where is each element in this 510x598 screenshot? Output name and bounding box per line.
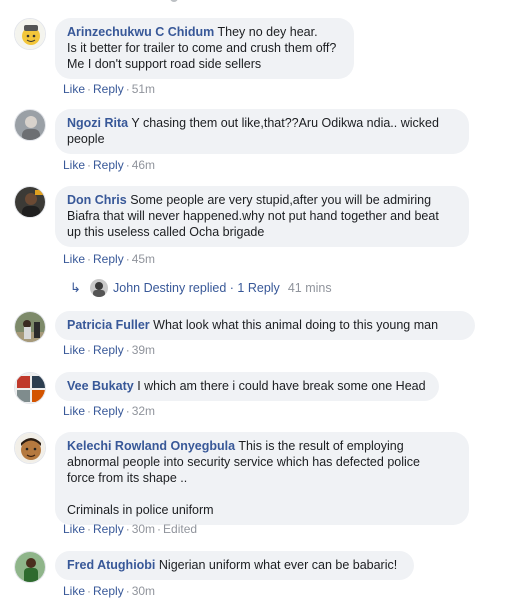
replier-avatar xyxy=(90,279,108,297)
comment-actions: Like · Reply · 39m xyxy=(63,343,156,357)
comment-text: people xyxy=(67,132,105,146)
commenter-name[interactable]: Vee Bukaty xyxy=(67,379,134,393)
comment-bubble: Arinzechukwu C Chidum They no dey hear. … xyxy=(55,18,354,79)
like-link[interactable]: Like xyxy=(63,252,85,266)
comment-text: up this useless called Ocha brigade xyxy=(67,225,265,239)
reply-link[interactable]: Reply xyxy=(93,252,124,266)
reply-arrow-icon: ↳ xyxy=(70,280,81,295)
commenter-name[interactable]: Patricia Fuller xyxy=(67,318,150,332)
commenter-name[interactable]: Fred Atughiobi xyxy=(67,558,155,572)
comment-time[interactable]: 46m xyxy=(132,158,155,172)
comment-text: abnormal people into security service wh… xyxy=(67,455,420,469)
comment-time[interactable]: 45m xyxy=(132,252,155,266)
commenter-avatar[interactable] xyxy=(14,186,46,218)
comment-time[interactable]: 30m xyxy=(132,522,155,536)
reply-link[interactable]: Reply xyxy=(93,158,124,172)
comment-bubble: Vee Bukaty I which am there i could have… xyxy=(55,372,439,401)
comment-text: I which am there i could have break some… xyxy=(137,379,426,393)
comment-bubble: Kelechi Rowland Onyegbula This is the re… xyxy=(55,432,469,525)
comment-text: Criminals in police uniform xyxy=(67,503,214,517)
comment-actions: Like · Reply · 51m xyxy=(63,82,156,96)
like-link[interactable]: Like xyxy=(63,522,85,536)
like-link[interactable]: Like xyxy=(63,82,85,96)
commenter-avatar[interactable] xyxy=(14,311,46,343)
replied-label: replied xyxy=(188,281,227,295)
comment-text: They no dey hear. xyxy=(217,25,318,39)
reply-count[interactable]: 1 Reply xyxy=(237,281,279,295)
commenter-avatar[interactable] xyxy=(14,432,46,464)
reply-time[interactable]: 41 mins xyxy=(288,281,332,295)
comment-text: Biafra that will never happened.why not … xyxy=(67,209,439,223)
comment-bubble: Don Chris Some people are very stupid,af… xyxy=(55,186,469,247)
commenter-avatar[interactable] xyxy=(14,18,46,50)
comment-text: Some people are very stupid,after you wi… xyxy=(130,193,432,207)
comment-actions: Like · Reply · 30m · Edited xyxy=(63,522,198,536)
comment-time[interactable]: 39m xyxy=(132,343,155,357)
comment-time[interactable]: 32m xyxy=(132,404,155,418)
comment-text: Nigerian uniform what ever can be babari… xyxy=(158,558,398,572)
like-link[interactable]: Like xyxy=(63,404,85,418)
comment-bubble: Fred Atughiobi Nigerian uniform what eve… xyxy=(55,551,414,580)
comment-actions: Like · Reply · 46m xyxy=(63,158,156,172)
like-link[interactable]: Like xyxy=(63,158,85,172)
commenter-name[interactable]: Ngozi Rita xyxy=(67,116,128,130)
reply-separator: · xyxy=(229,281,234,295)
reply-link[interactable]: Reply xyxy=(93,404,124,418)
commenter-name[interactable]: Kelechi Rowland Onyegbula xyxy=(67,439,235,453)
comment-text xyxy=(67,487,70,501)
commenter-avatar[interactable] xyxy=(14,551,46,583)
comment-text: This is the result of employing xyxy=(238,439,404,453)
comment-time[interactable]: 51m xyxy=(132,82,155,96)
comment-text: force from its shape .. xyxy=(67,471,188,485)
view-replies-row[interactable]: ↳ John Destiny replied · 1 Reply 41 mins xyxy=(70,279,332,297)
commenter-name[interactable]: Don Chris xyxy=(67,193,127,207)
comment-actions: Like · Reply · 32m xyxy=(63,404,156,418)
edited-label[interactable]: Edited xyxy=(163,522,197,536)
comment-text: What look what this animal doing to this… xyxy=(153,318,439,332)
like-link[interactable]: Like xyxy=(63,343,85,357)
commenter-name[interactable]: Arinzechukwu C Chidum xyxy=(67,25,214,39)
reply-link[interactable]: Reply xyxy=(93,343,124,357)
commenter-avatar[interactable] xyxy=(14,372,46,404)
comment-bubble: Patricia Fuller What look what this anim… xyxy=(55,311,475,340)
comment-text: Y chasing them out like,that??Aru Odikwa… xyxy=(131,116,439,130)
previous-comment-fragment xyxy=(0,0,510,6)
comment-text: Is it better for trailer to come and cru… xyxy=(67,41,337,55)
reply-link[interactable]: Reply xyxy=(93,522,124,536)
comment-bubble: Ngozi Rita Y chasing them out like,that?… xyxy=(55,109,469,154)
commenter-avatar[interactable] xyxy=(14,109,46,141)
comment-text: Me I don't support road side sellers xyxy=(67,57,262,71)
replier-name[interactable]: John Destiny xyxy=(113,281,185,295)
comment-actions: Like · Reply · 45m xyxy=(63,252,156,266)
reply-link[interactable]: Reply xyxy=(93,82,124,96)
